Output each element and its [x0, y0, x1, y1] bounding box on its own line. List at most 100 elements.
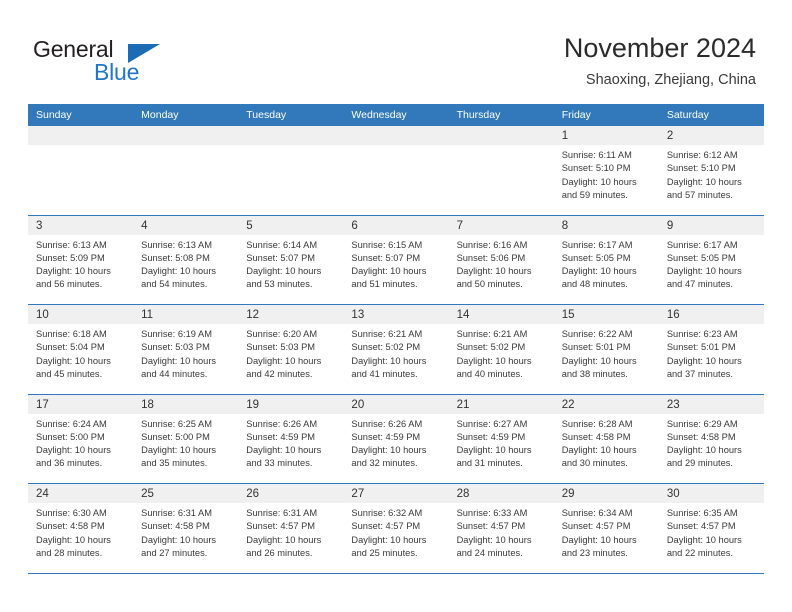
sunset-text: Sunset: 4:58 PM — [561, 431, 631, 442]
day-number: 18 — [141, 398, 154, 411]
daylight-text: Daylight: 10 hours and 41 minutes. — [351, 355, 427, 379]
sunset-text: Sunset: 4:59 PM — [246, 431, 316, 442]
calendar-day-cell[interactable]: 13 Sunrise: 6:21 AM Sunset: 5:02 PM Dayligh… — [343, 305, 449, 394]
calendar-day-cell[interactable]: 7 Sunrise: 6:16 AM Sunset: 5:06 PM Daylight… — [448, 215, 554, 304]
day-details: Sunrise: 6:26 AM Sunset: 4:59 PM Daylight:… — [343, 414, 448, 471]
sunrise-text: Sunrise: 6:32 AM — [351, 508, 423, 518]
calendar-day-cell[interactable]: 15 Sunrise: 6:22 AM Sunset: 5:01 PM Dayligh… — [553, 305, 659, 394]
calendar-day-cell[interactable]: 4 Sunrise: 6:13 AM Sunset: 5:08 PM Daylight… — [133, 215, 239, 304]
sunset-text: Sunset: 4:59 PM — [351, 431, 421, 442]
calendar-day-cell[interactable]: 5 Sunrise: 6:14 AM Sunset: 5:07 PM Daylight… — [238, 215, 344, 304]
sunset-text: Sunset: 4:58 PM — [666, 431, 736, 442]
sunset-text: Sunset: 5:00 PM — [141, 431, 210, 442]
weekday-header-friday: Friday — [561, 109, 591, 121]
sunrise-text: Sunrise: 6:13 AM — [141, 239, 212, 250]
daylight-text: Daylight: 10 hours and 38 minutes. — [561, 355, 637, 379]
sunset-text: Sunset: 5:10 PM — [561, 163, 631, 174]
calendar-weeks: 1 Sunrise: 6:11 AM Sunset: 5:10 PM Daylight… — [28, 126, 764, 574]
daylight-text: Daylight: 10 hours and 30 minutes. — [561, 445, 637, 469]
calendar-day-cell[interactable]: 16 Sunrise: 6:23 AM Sunset: 5:01 PM Dayligh… — [658, 305, 764, 394]
day-number-band: 21 — [448, 394, 554, 414]
daylight-text: Daylight: 10 hours and 28 minutes. — [36, 534, 111, 558]
calendar-page: General Blue November 2024 Shaoxing, Zhe… — [0, 0, 792, 612]
daylight-text: Daylight: 10 hours and 37 minutes. — [666, 355, 742, 379]
calendar-day-cell[interactable]: 12 Sunrise: 6:20 AM Sunset: 5:03 PM Dayligh… — [238, 305, 344, 394]
calendar-day-cell[interactable]: 9 Sunrise: 6:17 AM Sunset: 5:05 PM Daylight… — [658, 215, 764, 304]
daylight-text: Daylight: 10 hours and 54 minutes. — [141, 266, 217, 290]
general-blue-logo[interactable]: General Blue — [33, 36, 213, 90]
page-subtitle: Shaoxing, Zhejiang, China — [585, 72, 756, 88]
daylight-text: Daylight: 10 hours and 48 minutes. — [561, 266, 637, 290]
sunset-text: Sunset: 5:10 PM — [666, 163, 736, 174]
weekday-header-tuesday: Tuesday — [246, 109, 287, 121]
day-number: 3 — [36, 219, 43, 232]
sunset-text: Sunset: 5:09 PM — [36, 252, 105, 263]
calendar-week-row: 10 Sunrise: 6:18 AM Sunset: 5:04 PM Dayligh… — [28, 305, 764, 395]
day-details: Sunrise: 6:31 AM Sunset: 4:58 PM Daylight:… — [133, 503, 238, 560]
day-number: 7 — [456, 219, 463, 232]
calendar-day-cell-empty — [448, 126, 554, 215]
calendar-day-cell[interactable]: 21 Sunrise: 6:27 AM Sunset: 4:59 PM Dayligh… — [448, 394, 554, 483]
day-number: 17 — [36, 398, 49, 411]
day-number: 15 — [561, 309, 575, 321]
day-details: Sunrise: 6:30 AM Sunset: 4:58 PM Daylight:… — [28, 503, 133, 560]
day-details: Sunrise: 6:16 AM Sunset: 5:06 PM Daylight:… — [449, 235, 554, 292]
day-number-band: 26 — [238, 484, 344, 503]
day-number: 5 — [246, 219, 253, 232]
calendar-day-cell[interactable]: 8 Sunrise: 6:17 AM Sunset: 5:05 PM Daylight… — [553, 215, 659, 304]
sunset-text: Sunset: 5:02 PM — [456, 342, 526, 353]
sunrise-text: Sunrise: 6:22 AM — [561, 329, 633, 339]
daylight-text: Daylight: 10 hours and 24 minutes. — [456, 534, 532, 558]
calendar-day-cell[interactable]: 11 Sunrise: 6:19 AM Sunset: 5:03 PM Dayligh… — [133, 305, 239, 394]
calendar-day-cell[interactable]: 28 Sunrise: 6:33 AM Sunset: 4:57 PM Dayligh… — [448, 484, 554, 573]
daylight-text: Daylight: 10 hours and 35 minutes. — [141, 445, 217, 469]
sunset-text: Sunset: 4:58 PM — [36, 521, 105, 532]
calendar-day-cell[interactable]: 2 Sunrise: 6:12 AM Sunset: 5:10 PM Daylight… — [658, 126, 764, 215]
day-number-band — [343, 126, 449, 145]
sunrise-text: Sunrise: 6:12 AM — [666, 150, 738, 160]
sunrise-text: Sunrise: 6:13 AM — [36, 239, 107, 250]
day-number-band: 5 — [238, 215, 344, 235]
calendar-day-cell[interactable]: 19 Sunrise: 6:26 AM Sunset: 4:59 PM Dayligh… — [238, 394, 344, 483]
daylight-text: Daylight: 10 hours and 42 minutes. — [246, 355, 322, 379]
calendar-day-cell[interactable]: 20 Sunrise: 6:26 AM Sunset: 4:59 PM Dayligh… — [343, 394, 449, 483]
day-details — [238, 145, 343, 149]
day-number-band — [28, 126, 134, 145]
sunset-text: Sunset: 5:08 PM — [141, 252, 210, 263]
calendar-day-cell[interactable]: 29 Sunrise: 6:34 AM Sunset: 4:57 PM Dayligh… — [553, 484, 659, 573]
calendar-day-cell[interactable]: 24 Sunrise: 6:30 AM Sunset: 4:58 PM Dayligh… — [28, 484, 134, 573]
sunset-text: Sunset: 5:02 PM — [351, 342, 421, 353]
day-number-band: 20 — [343, 394, 449, 414]
day-number: 24 — [36, 488, 49, 500]
calendar-day-cell[interactable]: 6 Sunrise: 6:15 AM Sunset: 5:07 PM Daylight… — [343, 215, 449, 304]
calendar-day-cell[interactable]: 14 Sunrise: 6:21 AM Sunset: 5:02 PM Dayligh… — [448, 305, 554, 394]
calendar-day-cell[interactable]: 18 Sunrise: 6:25 AM Sunset: 5:00 PM Dayligh… — [133, 394, 239, 483]
calendar-day-cell[interactable]: 26 Sunrise: 6:31 AM Sunset: 4:57 PM Dayligh… — [238, 484, 344, 573]
day-number-band: 9 — [658, 215, 764, 235]
calendar-day-cell[interactable]: 23 Sunrise: 6:29 AM Sunset: 4:58 PM Dayligh… — [658, 394, 764, 483]
day-number: 28 — [456, 488, 470, 500]
calendar-day-cell-empty — [28, 126, 134, 215]
daylight-text: Daylight: 10 hours and 31 minutes. — [456, 445, 532, 469]
day-details: Sunrise: 6:21 AM Sunset: 5:02 PM Daylight:… — [449, 324, 554, 381]
sunset-text: Sunset: 5:07 PM — [246, 252, 316, 263]
day-number-band — [448, 126, 554, 145]
day-number-band: 15 — [553, 305, 659, 324]
day-number: 8 — [561, 219, 569, 232]
calendar-day-cell[interactable]: 3 Sunrise: 6:13 AM Sunset: 5:09 PM Daylight… — [28, 215, 134, 304]
calendar-day-cell[interactable]: 30 Sunrise: 6:35 AM Sunset: 4:57 PM Dayligh… — [658, 484, 764, 573]
day-number: 21 — [456, 398, 470, 411]
sunset-text: Sunset: 4:58 PM — [141, 521, 210, 532]
sunrise-text: Sunrise: 6:15 AM — [351, 239, 423, 250]
sunset-text: Sunset: 4:59 PM — [456, 431, 526, 442]
calendar-day-cell[interactable]: 25 Sunrise: 6:31 AM Sunset: 4:58 PM Dayligh… — [133, 484, 239, 573]
day-number: 13 — [351, 309, 365, 321]
calendar-day-cell[interactable]: 1 Sunrise: 6:11 AM Sunset: 5:10 PM Daylight… — [553, 126, 659, 215]
calendar-week-row: 24 Sunrise: 6:30 AM Sunset: 4:58 PM Dayligh… — [28, 484, 764, 574]
day-number: 1 — [561, 130, 569, 142]
calendar-day-cell[interactable]: 22 Sunrise: 6:28 AM Sunset: 4:58 PM Dayligh… — [553, 394, 659, 483]
calendar-day-cell[interactable]: 10 Sunrise: 6:18 AM Sunset: 5:04 PM Dayligh… — [28, 305, 134, 394]
calendar-day-cell[interactable]: 27 Sunrise: 6:32 AM Sunset: 4:57 PM Dayligh… — [343, 484, 449, 573]
calendar-day-cell[interactable]: 17 Sunrise: 6:24 AM Sunset: 5:00 PM Dayligh… — [28, 394, 134, 483]
day-number: 29 — [561, 488, 575, 500]
